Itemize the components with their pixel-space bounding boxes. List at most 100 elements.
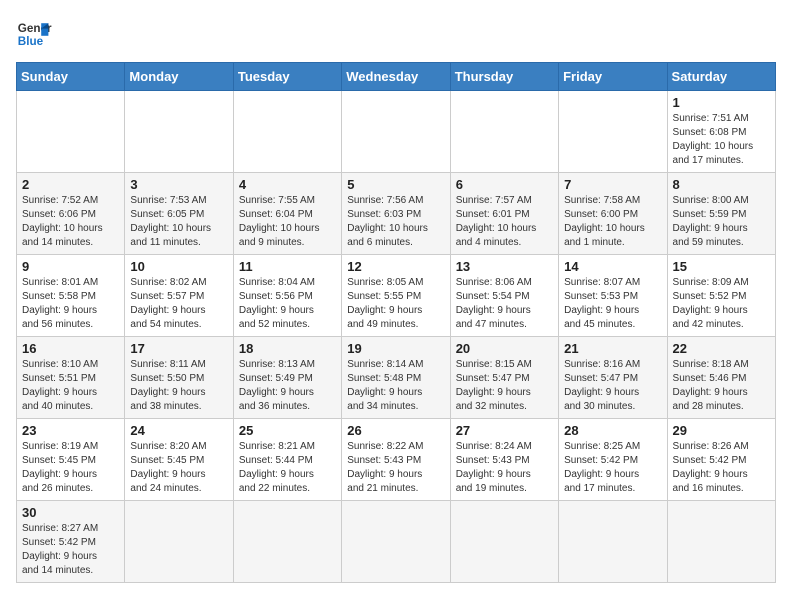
weekday-header-friday: Friday (559, 63, 667, 91)
calendar-cell (125, 501, 233, 583)
calendar-week-2: 2Sunrise: 7:52 AM Sunset: 6:06 PM Daylig… (17, 173, 776, 255)
day-number: 16 (22, 341, 119, 356)
calendar-cell: 2Sunrise: 7:52 AM Sunset: 6:06 PM Daylig… (17, 173, 125, 255)
svg-text:Blue: Blue (18, 35, 44, 48)
day-info: Sunrise: 8:26 AM Sunset: 5:42 PM Dayligh… (673, 440, 770, 496)
day-info: Sunrise: 8:24 AM Sunset: 5:43 PM Dayligh… (456, 440, 553, 496)
day-info: Sunrise: 8:09 AM Sunset: 5:52 PM Dayligh… (673, 276, 770, 332)
calendar-cell: 27 Sunrise: 8:24 AM Sunset: 5:43 PM Dayli… (450, 419, 558, 501)
weekday-header-monday: Monday (125, 63, 233, 91)
calendar-cell: 4 Sunrise: 7:55 AM Sunset: 6:04 PM Daylig… (233, 173, 341, 255)
calendar-cell: 26 Sunrise: 8:22 AM Sunset: 5:43 PM Dayli… (342, 419, 450, 501)
calendar-cell (450, 501, 558, 583)
day-number: 13 (456, 259, 553, 274)
day-info: Sunrise: 8:05 AM Sunset: 5:55 PM Dayligh… (347, 276, 444, 332)
calendar-week-4: 16 Sunrise: 8:10 AM Sunset: 5:51 PM Dayli… (17, 337, 776, 419)
day-number: 7 (564, 177, 661, 192)
day-number: 22 (673, 341, 770, 356)
calendar-cell: 9 Sunrise: 8:01 AM Sunset: 5:58 PM Daylig… (17, 255, 125, 337)
calendar-cell (342, 501, 450, 583)
weekday-header-row: SundayMondayTuesdayWednesdayThursdayFrid… (17, 63, 776, 91)
day-info: Sunrise: 8:04 AM Sunset: 5:56 PM Dayligh… (239, 276, 336, 332)
day-info: Sunrise: 8:22 AM Sunset: 5:43 PM Dayligh… (347, 440, 444, 496)
logo-icon: General Blue (16, 16, 52, 52)
calendar-cell: 16 Sunrise: 8:10 AM Sunset: 5:51 PM Dayli… (17, 337, 125, 419)
day-info: Sunrise: 7:55 AM Sunset: 6:04 PM Dayligh… (239, 194, 336, 250)
day-number: 11 (239, 259, 336, 274)
day-info: Sunrise: 8:27 AM Sunset: 5:42 PM Dayligh… (22, 522, 119, 578)
day-number: 9 (22, 259, 119, 274)
calendar-cell: 15 Sunrise: 8:09 AM Sunset: 5:52 PM Dayli… (667, 255, 775, 337)
calendar-table: SundayMondayTuesdayWednesdayThursdayFrid… (16, 62, 776, 583)
day-number: 3 (130, 177, 227, 192)
calendar-cell (233, 91, 341, 173)
day-info: Sunrise: 7:51 AM Sunset: 6:08 PM Dayligh… (673, 112, 770, 168)
calendar-cell: 8 Sunrise: 8:00 AM Sunset: 5:59 PM Daylig… (667, 173, 775, 255)
day-info: Sunrise: 8:16 AM Sunset: 5:47 PM Dayligh… (564, 358, 661, 414)
calendar-cell: 11 Sunrise: 8:04 AM Sunset: 5:56 PM Dayli… (233, 255, 341, 337)
day-number: 30 (22, 505, 119, 520)
day-info: Sunrise: 7:56 AM Sunset: 6:03 PM Dayligh… (347, 194, 444, 250)
day-number: 26 (347, 423, 444, 438)
day-info: Sunrise: 8:19 AM Sunset: 5:45 PM Dayligh… (22, 440, 119, 496)
day-info: Sunrise: 8:13 AM Sunset: 5:49 PM Dayligh… (239, 358, 336, 414)
day-info: Sunrise: 8:01 AM Sunset: 5:58 PM Dayligh… (22, 276, 119, 332)
day-number: 15 (673, 259, 770, 274)
calendar-cell: 12 Sunrise: 8:05 AM Sunset: 5:55 PM Dayli… (342, 255, 450, 337)
calendar-cell: 14Sunrise: 8:07 AM Sunset: 5:53 PM Dayli… (559, 255, 667, 337)
day-number: 24 (130, 423, 227, 438)
calendar-cell (342, 91, 450, 173)
day-number: 8 (673, 177, 770, 192)
calendar-cell: 29 Sunrise: 8:26 AM Sunset: 5:42 PM Dayli… (667, 419, 775, 501)
day-number: 25 (239, 423, 336, 438)
calendar-cell (559, 91, 667, 173)
day-number: 1 (673, 95, 770, 110)
calendar-cell (450, 91, 558, 173)
day-info: Sunrise: 8:18 AM Sunset: 5:46 PM Dayligh… (673, 358, 770, 414)
day-info: Sunrise: 8:14 AM Sunset: 5:48 PM Dayligh… (347, 358, 444, 414)
day-info: Sunrise: 8:20 AM Sunset: 5:45 PM Dayligh… (130, 440, 227, 496)
day-number: 18 (239, 341, 336, 356)
calendar-cell: 23 Sunrise: 8:19 AM Sunset: 5:45 PM Dayli… (17, 419, 125, 501)
weekday-header-saturday: Saturday (667, 63, 775, 91)
calendar-cell: 1 Sunrise: 7:51 AM Sunset: 6:08 PM Daylig… (667, 91, 775, 173)
day-number: 20 (456, 341, 553, 356)
day-number: 10 (130, 259, 227, 274)
calendar-cell: 13 Sunrise: 8:06 AM Sunset: 5:54 PM Dayli… (450, 255, 558, 337)
day-number: 27 (456, 423, 553, 438)
logo: General Blue (16, 16, 52, 52)
calendar-cell: 5 Sunrise: 7:56 AM Sunset: 6:03 PM Daylig… (342, 173, 450, 255)
day-number: 5 (347, 177, 444, 192)
day-info: Sunrise: 8:15 AM Sunset: 5:47 PM Dayligh… (456, 358, 553, 414)
calendar-cell (233, 501, 341, 583)
calendar-week-3: 9 Sunrise: 8:01 AM Sunset: 5:58 PM Daylig… (17, 255, 776, 337)
calendar-cell: 28Sunrise: 8:25 AM Sunset: 5:42 PM Dayli… (559, 419, 667, 501)
day-info: Sunrise: 8:25 AM Sunset: 5:42 PM Dayligh… (564, 440, 661, 496)
calendar-cell: 7 Sunrise: 7:58 AM Sunset: 6:00 PM Daylig… (559, 173, 667, 255)
day-info: Sunrise: 8:06 AM Sunset: 5:54 PM Dayligh… (456, 276, 553, 332)
day-number: 12 (347, 259, 444, 274)
day-number: 17 (130, 341, 227, 356)
day-info: Sunrise: 8:10 AM Sunset: 5:51 PM Dayligh… (22, 358, 119, 414)
day-info: Sunrise: 7:58 AM Sunset: 6:00 PM Dayligh… (564, 194, 661, 250)
weekday-header-thursday: Thursday (450, 63, 558, 91)
weekday-header-tuesday: Tuesday (233, 63, 341, 91)
day-info: Sunrise: 8:11 AM Sunset: 5:50 PM Dayligh… (130, 358, 227, 414)
day-info: Sunrise: 8:00 AM Sunset: 5:59 PM Dayligh… (673, 194, 770, 250)
calendar-cell: 3 Sunrise: 7:53 AM Sunset: 6:05 PM Daylig… (125, 173, 233, 255)
calendar-cell: 20 Sunrise: 8:15 AM Sunset: 5:47 PM Dayli… (450, 337, 558, 419)
day-number: 23 (22, 423, 119, 438)
calendar-week-6: 30 Sunrise: 8:27 AM Sunset: 5:42 PM Dayli… (17, 501, 776, 583)
calendar-cell (125, 91, 233, 173)
calendar-cell (17, 91, 125, 173)
day-info: Sunrise: 7:53 AM Sunset: 6:05 PM Dayligh… (130, 194, 227, 250)
day-number: 19 (347, 341, 444, 356)
calendar-cell: 18 Sunrise: 8:13 AM Sunset: 5:49 PM Dayli… (233, 337, 341, 419)
calendar-cell: 19 Sunrise: 8:14 AM Sunset: 5:48 PM Dayli… (342, 337, 450, 419)
day-number: 4 (239, 177, 336, 192)
calendar-cell: 6Sunrise: 7:57 AM Sunset: 6:01 PM Daylig… (450, 173, 558, 255)
day-info: Sunrise: 7:52 AM Sunset: 6:06 PM Dayligh… (22, 194, 119, 250)
day-number: 14 (564, 259, 661, 274)
calendar-cell: 25Sunrise: 8:21 AM Sunset: 5:44 PM Dayli… (233, 419, 341, 501)
day-number: 29 (673, 423, 770, 438)
